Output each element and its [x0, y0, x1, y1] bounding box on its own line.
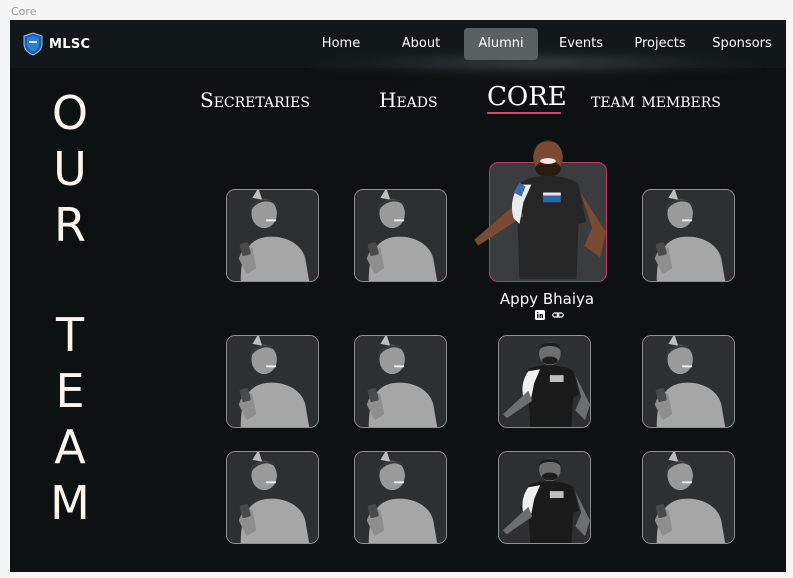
featured-member-card[interactable]: [474, 140, 607, 282]
linkedin-icon[interactable]: [535, 310, 545, 320]
member-photo: [355, 336, 446, 427]
member-card[interactable]: [642, 335, 735, 428]
member-photo: [355, 452, 446, 543]
tab-core[interactable]: CORE: [487, 82, 567, 112]
tab-secretaries[interactable]: Secretaries: [200, 88, 310, 112]
active-tab-underline: [487, 112, 561, 114]
member-card[interactable]: [354, 335, 447, 428]
member-card[interactable]: [642, 189, 735, 282]
member-card[interactable]: [642, 451, 735, 544]
heading-letter: U: [53, 142, 87, 196]
navbar: MLSC Home About Alumni Events Projects S…: [10, 20, 786, 76]
heading-letter: E: [55, 364, 85, 418]
member-card[interactable]: [498, 451, 591, 544]
heading-letter: M: [50, 476, 90, 530]
heading-letter: O: [51, 86, 89, 140]
member-photo: [499, 336, 590, 427]
member-photo: [499, 452, 590, 543]
member-photo: [643, 452, 734, 543]
member-card[interactable]: [354, 189, 447, 282]
brand[interactable]: MLSC: [23, 32, 90, 56]
member-card[interactable]: [226, 189, 319, 282]
link-icon[interactable]: [552, 310, 564, 320]
shield-logo-icon: [23, 32, 43, 56]
nav-alumni[interactable]: Alumni: [464, 28, 538, 60]
frame-label: Core: [11, 5, 37, 18]
heading-letter: A: [54, 420, 86, 474]
heading-letter: R: [54, 198, 86, 252]
nav-projects[interactable]: Projects: [627, 28, 693, 60]
team-page: MLSC Home About Alumni Events Projects S…: [10, 20, 786, 572]
member-photo: [643, 190, 734, 281]
member-card[interactable]: [226, 335, 319, 428]
member-photo: [474, 140, 606, 280]
member-card[interactable]: [226, 451, 319, 544]
featured-member-name: Appy Bhaiya: [499, 290, 595, 308]
nav-events[interactable]: Events: [551, 28, 611, 60]
member-photo: [227, 336, 318, 427]
nav-about[interactable]: About: [392, 28, 450, 60]
tab-heads[interactable]: Heads: [379, 88, 438, 112]
member-photo: [227, 452, 318, 543]
tab-team-members[interactable]: team members: [591, 88, 721, 112]
member-photo: [643, 336, 734, 427]
member-card[interactable]: [498, 335, 591, 428]
member-photo: [355, 190, 446, 281]
member-photo: [227, 190, 318, 281]
heading-letter: T: [55, 308, 85, 362]
member-card[interactable]: [354, 451, 447, 544]
nav-sponsors[interactable]: Sponsors: [709, 28, 775, 60]
brand-name: MLSC: [49, 36, 91, 52]
nav-home[interactable]: Home: [313, 28, 369, 60]
